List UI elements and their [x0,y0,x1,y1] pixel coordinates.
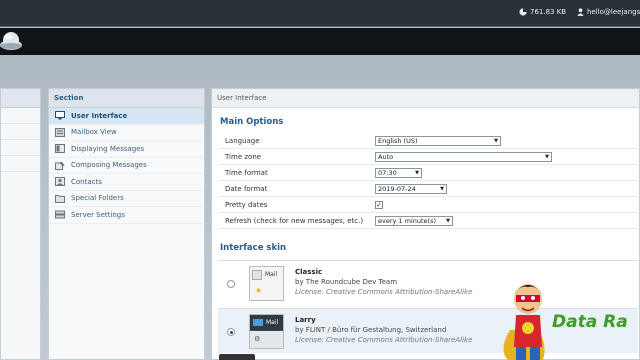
message-view-icon [55,144,65,154]
skin-name: Larry [295,316,316,324]
skin-radio[interactable] [227,328,235,336]
user-menu[interactable]: hello@leejangs [577,8,640,16]
section-item-label: Mailbox View [71,128,117,137]
refresh-value: every 1 minute(s) [378,216,437,225]
time-format-row: Time format 07:30 ▼ [218,165,638,181]
settings-tab-row[interactable] [1,108,40,124]
save-button[interactable] [219,354,255,360]
language-value: English (US) [378,136,418,145]
pretty-dates-row: Pretty dates ✓ [218,197,638,213]
section-item-contacts[interactable]: Contacts [49,174,204,191]
settings-tab-row[interactable] [1,140,40,156]
refresh-row: Refresh (check for new messages, etc.) e… [218,213,638,229]
date-format-label: Date format [225,184,268,193]
section-item-displaying-messages[interactable]: Displaying Messages [49,141,204,158]
section-item-label: Displaying Messages [71,144,145,153]
compose-icon [55,161,65,170]
dropdown-arrow-icon: ▼ [446,217,450,224]
time-format-value: 07:30 [378,168,397,177]
interface-skin-title: Interface skin [220,243,287,253]
section-title: Section [49,89,204,108]
refresh-label: Refresh (check for new messages, etc.) [225,216,364,225]
settings-tabs-pane [0,88,41,360]
skin-author: by The Roundcube Dev Team [295,278,398,286]
pie-chart-icon [519,8,527,16]
refresh-select[interactable]: every 1 minute(s) ▼ [375,215,453,226]
roundcube-logo-icon[interactable] [0,31,26,51]
language-select[interactable]: English (US) ▼ [375,135,501,146]
skin-license: License: Creative Commons Attribution-Sh… [295,336,473,344]
section-item-label: Server Settings [71,210,125,219]
contacts-icon [55,177,65,187]
section-item-server-settings[interactable]: Server Settings [49,207,204,224]
date-format-select[interactable]: 2019-07-24 ▼ [375,183,447,194]
user-email: hello@leejangs [587,8,640,16]
date-format-value: 2019-07-24 [378,184,416,193]
section-item-label: Contacts [71,177,102,186]
dropdown-arrow-icon: ▼ [415,169,419,176]
time-zone-value: Auto [378,152,394,161]
skin-radio[interactable] [227,280,235,288]
skin-thumbnail: Mail ★ [249,266,284,301]
folder-icon [55,194,65,203]
envelope-icon [252,270,262,280]
app-header [0,28,640,55]
language-row: Language English (US) ▼ [218,133,638,149]
section-item-user-interface[interactable]: User Interface [49,108,204,125]
main-options-title: Main Options [220,117,284,127]
section-item-special-folders[interactable]: Special Folders [49,191,204,207]
section-panel: Section User Interface Mailbox View Disp… [48,88,205,360]
thumb-mail-label: Mail [266,319,279,326]
section-item-label: Composing Messages [71,161,147,170]
date-format-row: Date format 2019-07-24 ▼ [218,181,638,197]
dropdown-arrow-icon: ▼ [545,153,549,160]
watermark-text: Data Ra [552,312,628,332]
user-icon [577,8,584,16]
star-icon: ★ [255,286,263,295]
preferences-header: User Interface [212,89,639,108]
time-format-select[interactable]: 07:30 ▼ [375,167,422,178]
mailbox-icon [55,127,65,137]
pretty-dates-checkbox[interactable]: ✓ [375,200,383,209]
skin-name: Classic [295,268,323,276]
quota-text: 761.83 KB [530,8,567,16]
gear-icon: ⚙ [254,335,261,343]
section-item-mailbox-view[interactable]: Mailbox View [49,125,204,141]
quota-indicator[interactable]: 761.83 KB [519,8,566,16]
monitor-icon [55,111,65,120]
skin-author: by FLINT / Büro für Gestaltung, Switzerl… [295,326,447,334]
settings-tab-row[interactable] [1,124,40,140]
section-item-composing-messages[interactable]: Composing Messages [49,158,204,174]
language-label: Language [225,136,260,145]
time-format-label: Time format [225,168,268,177]
top-bar: 761.83 KB hello@leejangs [0,0,640,27]
envelope-icon [253,319,263,326]
thumb-mail-label: Mail [265,271,278,278]
server-icon [55,210,65,219]
section-item-label: Special Folders [71,194,124,203]
settings-tab-row[interactable] [1,156,40,172]
dropdown-arrow-icon: ▼ [494,137,498,144]
settings-tabs-header [1,89,40,108]
section-item-label: User Interface [71,111,128,120]
pretty-dates-label: Pretty dates [225,200,268,209]
dropdown-arrow-icon: ▼ [440,185,444,192]
skin-license: License: Creative Commons Attribution-Sh… [295,288,473,296]
time-zone-label: Time zone [225,152,262,161]
time-zone-select[interactable]: Auto ▼ [375,151,552,162]
skin-thumbnail: Mail ⚙ [249,314,284,349]
time-zone-row: Time zone Auto ▼ [218,149,638,165]
